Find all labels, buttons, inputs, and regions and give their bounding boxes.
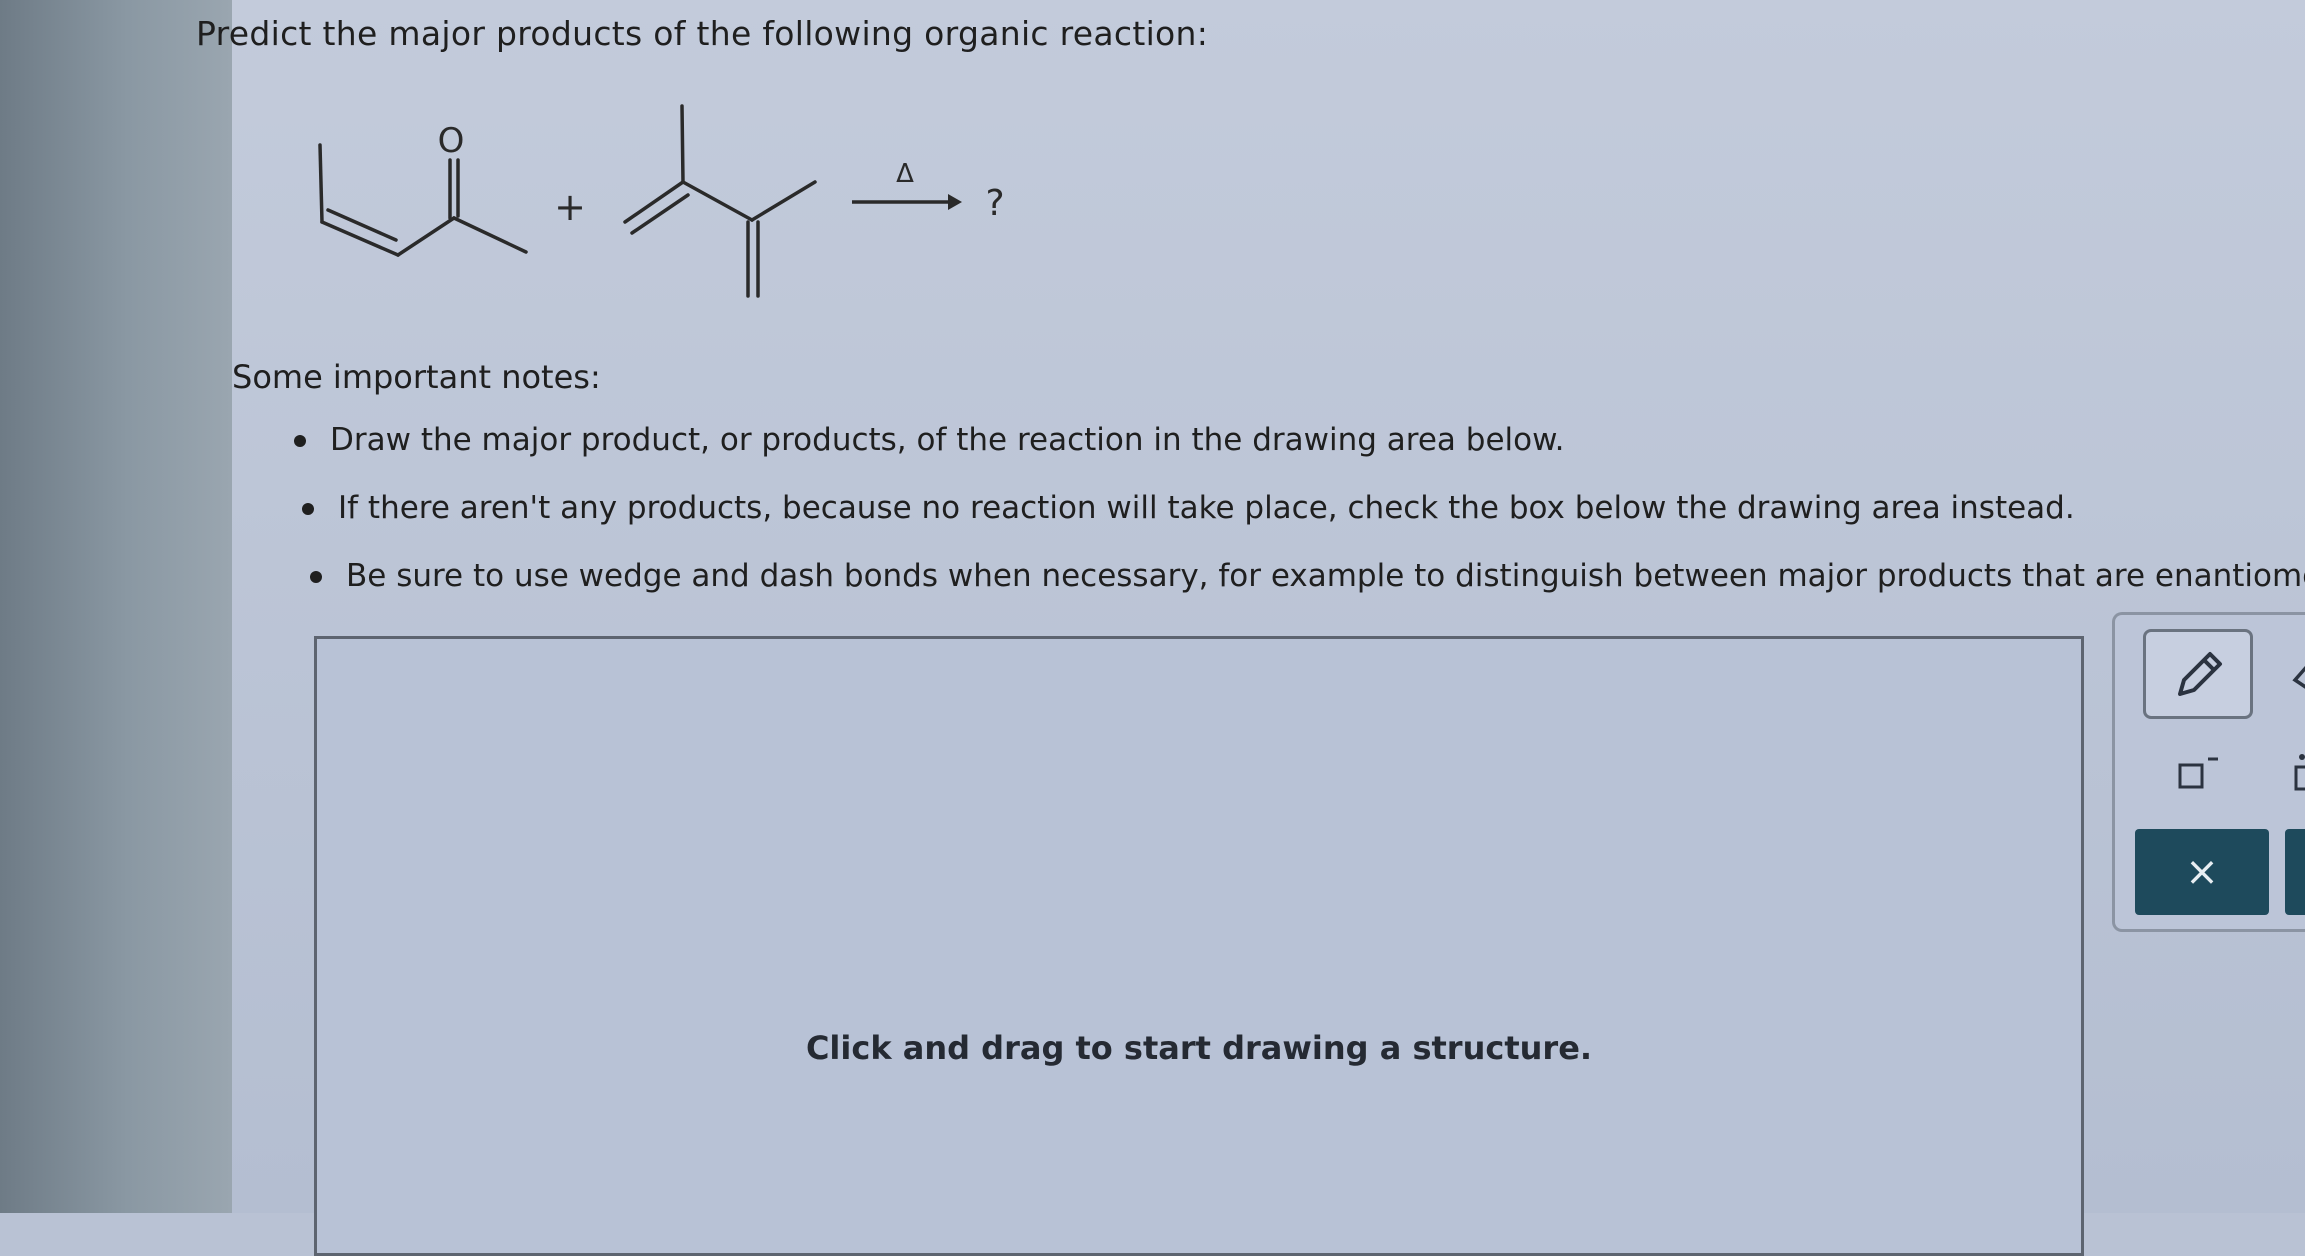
charge-icon: [2178, 757, 2218, 789]
lone-pair-tool-button[interactable]: [2273, 733, 2305, 813]
notes-heading: Some important notes:: [232, 358, 601, 396]
oxygen-atom-label: O: [438, 121, 465, 161]
clear-button[interactable]: ×: [2135, 829, 2269, 915]
heat-condition: Δ: [896, 159, 914, 189]
reactant-enone: [318, 143, 528, 257]
monitor-bezel: [0, 0, 232, 1213]
drawing-toolbar: ×: [2112, 612, 2305, 932]
eraser-icon: [2292, 665, 2305, 689]
drawing-canvas[interactable]: Click and drag to start drawing a struct…: [314, 636, 2084, 1256]
eraser-tool-button[interactable]: [2273, 629, 2305, 719]
notes-list: Draw the major product, or products, of …: [290, 420, 2305, 624]
question-title: Predict the major products of the follow…: [196, 14, 1209, 53]
reactant-diene: [623, 104, 817, 298]
reaction-scheme: O + Δ ?: [318, 104, 1005, 298]
note-item: Be sure to use wedge and dash bonds when…: [306, 556, 2305, 624]
unknown-product: ?: [985, 183, 1004, 224]
reaction-arrow: [852, 194, 962, 210]
pencil-tool-button[interactable]: [2143, 629, 2253, 719]
plus-sign: +: [554, 185, 586, 229]
drawing-hint: Click and drag to start drawing a struct…: [805, 1029, 1593, 1067]
undo-button[interactable]: [2285, 829, 2305, 915]
lone-pair-icon: [2294, 754, 2305, 791]
note-item: Draw the major product, or products, of …: [290, 420, 2305, 488]
pencil-icon: [2178, 652, 2222, 696]
note-item: If there aren't any products, because no…: [298, 488, 2305, 556]
close-icon: ×: [2185, 849, 2219, 895]
charge-tool-button[interactable]: [2143, 733, 2253, 813]
